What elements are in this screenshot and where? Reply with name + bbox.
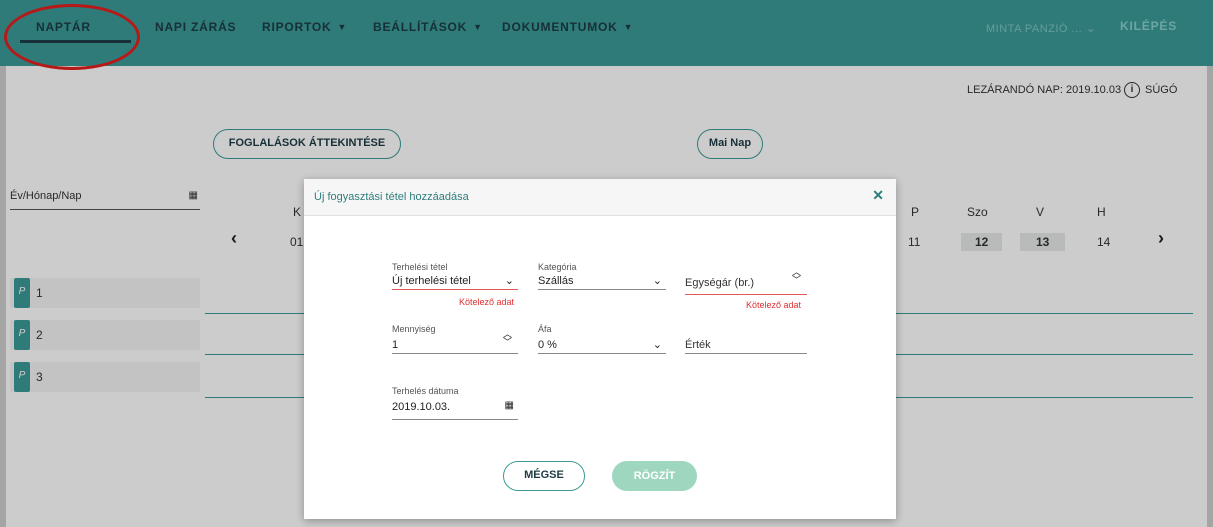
charge-item-select[interactable]: Terhelési tétel Új terhelési tétel ⌄ xyxy=(392,262,518,290)
quantity-stepper[interactable]: Mennyiség 1 ︿ ﹀ xyxy=(392,324,518,354)
chevron-down-icon: ⌄ xyxy=(652,339,662,351)
vat-select[interactable]: Áfa 0 % ⌄ xyxy=(538,324,666,354)
charge-item-error: Kötelező adat xyxy=(459,297,515,307)
dialog-header: Új fogyasztási tétel hozzáadása ✕ xyxy=(304,179,896,216)
stepper-icon[interactable]: ︿ ﹀ xyxy=(503,330,512,347)
save-button[interactable]: RÖGZÍT xyxy=(612,461,697,491)
unit-price-input[interactable]: Egységár (br.) ︿ ﹀ xyxy=(685,262,807,295)
calendar-icon[interactable]: ▦ xyxy=(505,400,514,411)
chevron-down-icon: ⌄ xyxy=(504,275,514,287)
unit-price-error: Kötelező adat xyxy=(746,300,802,310)
add-consumption-item-dialog: Új fogyasztási tétel hozzáadása ✕ Terhel… xyxy=(304,179,896,519)
charge-date-input[interactable]: Terhelés dátuma 2019.10.03. ▦ xyxy=(392,386,518,420)
category-select[interactable]: Kategória Szállás ⌄ xyxy=(538,262,666,290)
close-icon[interactable]: ✕ xyxy=(872,187,884,204)
amount-input[interactable]: Érték xyxy=(685,324,807,354)
dialog-title: Új fogyasztási tétel hozzáadása xyxy=(314,191,469,203)
cancel-button[interactable]: MÉGSE xyxy=(503,461,585,491)
chevron-down-icon: ⌄ xyxy=(652,275,662,287)
stepper-icon[interactable]: ︿ ﹀ xyxy=(792,268,801,285)
